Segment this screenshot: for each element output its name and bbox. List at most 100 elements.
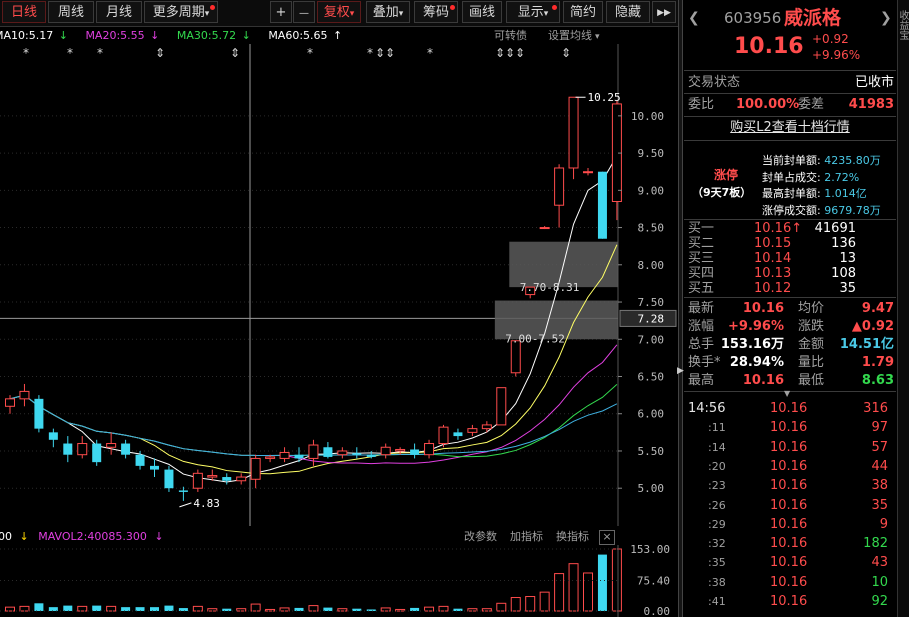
bid-row[interactable]: 买二 10.15 136 xyxy=(684,236,896,251)
chevron-down-icon: ▾ xyxy=(398,9,404,19)
candle-body xyxy=(34,398,44,429)
stat-label: 涨跌 xyxy=(798,319,825,334)
crosshair-price-label: 7.28 xyxy=(638,312,665,325)
trade-row: :11 10.16 97 xyxy=(684,419,896,437)
trade-volume: 43 xyxy=(871,555,888,571)
adjust-button[interactable]: 复权▾ xyxy=(317,1,361,23)
tab-weekly[interactable]: 周线 xyxy=(48,1,94,23)
switch-indicator-button[interactable]: 换指标 xyxy=(556,528,589,546)
bid-level-label: 买五 xyxy=(688,281,715,296)
candle-body xyxy=(424,443,435,456)
limit-stat-label: 涨停成交额: xyxy=(762,203,821,217)
volume-bar xyxy=(568,563,579,612)
limit-stat-label: 最高封单额: xyxy=(762,187,821,200)
collapse-arrow-icon[interactable]: ▶ xyxy=(677,366,684,376)
trade-price: 10.16 xyxy=(770,555,808,571)
more-tools-button[interactable]: ▶▶ xyxy=(652,1,676,23)
draw-line-button[interactable]: 画线 xyxy=(462,1,502,23)
tab-daily[interactable]: 日线 xyxy=(2,1,46,23)
mavol2-value: MAVOL2:40085.300 xyxy=(38,530,147,543)
expand-arrow-icon[interactable]: ▼ xyxy=(784,389,790,398)
limit-stat-value: 9679.78万 xyxy=(824,203,881,217)
panel-divider[interactable]: ▶ xyxy=(677,0,684,617)
trade-volume: 57 xyxy=(871,439,888,455)
volume-bar xyxy=(63,605,73,611)
candle-body xyxy=(366,454,376,457)
stat-label: 金额 xyxy=(798,337,825,352)
next-stock-icon[interactable]: ❯ xyxy=(880,4,892,32)
candle-body xyxy=(597,171,607,239)
stock-code: 603956 xyxy=(724,9,782,27)
candle-body xyxy=(164,469,174,489)
bid-price: 10.15 xyxy=(754,236,792,251)
low-price-label: 4.83 xyxy=(193,497,220,510)
buy-l2-link[interactable]: 购买L2查看十档行情 xyxy=(684,119,896,137)
volume-bar xyxy=(337,608,348,612)
hide-button[interactable]: 隐藏 xyxy=(606,1,650,23)
draw-line-label: 画线 xyxy=(468,5,495,20)
volume-bar xyxy=(250,603,261,612)
candle-body xyxy=(337,450,348,456)
volume-bar xyxy=(525,596,536,612)
limit-stat-label: 封单占成交: xyxy=(762,170,821,184)
overlay-button[interactable]: 叠加▾ xyxy=(366,1,410,23)
volume-bar xyxy=(496,602,507,612)
quote-panel: ❮ 603956 威派格 ❯ 10.16 +0.92 +9.96% 交易状态 已… xyxy=(684,0,896,617)
trade-time: :23 xyxy=(708,479,726,493)
volume-chart[interactable]: 153.00 75.40 0.00 xyxy=(0,545,678,617)
volume-tick-label: 0.00 xyxy=(644,605,671,617)
trade-volume: 316 xyxy=(863,401,888,416)
tab-monthly[interactable]: 月线 xyxy=(96,1,142,23)
event-marker: * xyxy=(367,46,373,60)
zoom-out-button[interactable]: — xyxy=(293,1,315,23)
tab-weekly-label: 周线 xyxy=(57,5,84,20)
side-tab-strip[interactable]: 收益宝 xyxy=(897,0,909,617)
volume-bar xyxy=(77,605,88,612)
trade-price: 10.16 xyxy=(770,439,808,455)
bid-price: 10.13 xyxy=(754,266,792,281)
add-indicator-button[interactable]: 加指标 xyxy=(510,528,543,546)
stock-header: ❮ 603956 威派格 ❯ xyxy=(684,4,896,32)
y-tick-label: 9.00 xyxy=(638,184,665,197)
volume-bar xyxy=(19,605,30,612)
y-tick-label: 6.00 xyxy=(638,408,665,421)
tab-more-periods[interactable]: 更多周期▾ xyxy=(144,1,218,23)
notification-dot-icon xyxy=(552,5,557,10)
bid-level-label: 买二 xyxy=(688,236,715,251)
volume-bar xyxy=(539,591,550,612)
trade-volume: 182 xyxy=(863,536,888,552)
edit-params-button[interactable]: 改参数 xyxy=(464,528,497,546)
candle-body xyxy=(481,424,492,430)
bid-row[interactable]: 买五 10.12 35 xyxy=(684,281,896,296)
volume-bar xyxy=(150,607,159,611)
y-tick-label: 7.00 xyxy=(638,333,665,346)
volume-bar xyxy=(265,608,276,612)
simple-button[interactable]: 简约 xyxy=(563,1,603,23)
chips-button[interactable]: 筹码 xyxy=(414,1,458,23)
candle-body xyxy=(222,477,232,481)
display-button[interactable]: 显示▾ xyxy=(506,1,560,23)
candle-body xyxy=(583,171,593,174)
hide-label: 隐藏 xyxy=(614,5,641,20)
prev-stock-icon[interactable]: ❮ xyxy=(688,4,700,32)
close-icon[interactable]: × xyxy=(599,530,615,545)
ratio-value: 100.00% xyxy=(736,97,800,112)
event-marker: ⇕ xyxy=(230,46,240,60)
trade-row: :29 10.16 9 xyxy=(684,516,896,534)
ma30-value: MA30:5.72 xyxy=(176,29,237,42)
zoom-in-button[interactable]: + xyxy=(270,1,292,23)
candle-body xyxy=(265,456,276,459)
candlestick-chart[interactable]: * * * ⇕ ⇕ * * ⇕⇕ * ⇕⇕ ⇕ ⇕ 10.009.509.008.508.007.50… xyxy=(0,44,678,526)
volume-bar xyxy=(135,607,145,611)
convertible-bond-link[interactable]: 可转债 xyxy=(494,27,527,45)
candle-body xyxy=(539,227,550,230)
bid-row[interactable]: 买三 10.14 13 xyxy=(684,251,896,266)
event-marker: ⇕ xyxy=(515,46,525,60)
ma60-legend: MA60:5.65 ↑ xyxy=(268,29,342,42)
candle-body xyxy=(510,340,521,374)
trade-row: :26 10.16 35 xyxy=(684,497,896,515)
stat-value: 153.16万 xyxy=(720,337,784,352)
bid-row[interactable]: 买四 10.13 108 xyxy=(684,266,896,281)
volume-bar xyxy=(453,608,463,611)
bid-row[interactable]: 买一 10.16↑ 41691 xyxy=(684,221,896,236)
